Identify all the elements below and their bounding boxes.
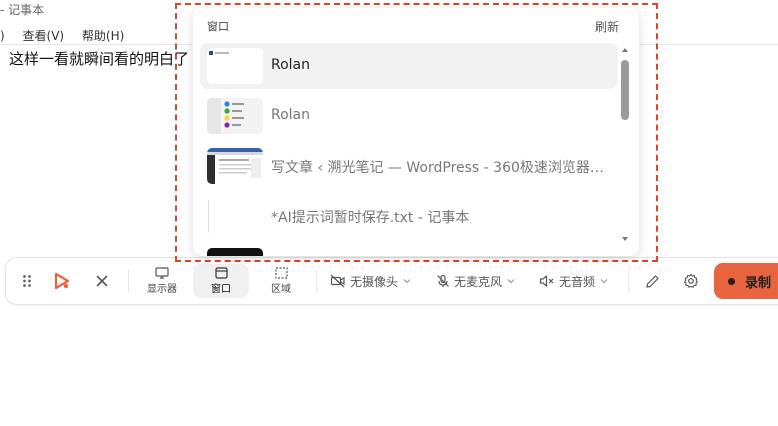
speaker-off-icon	[539, 275, 554, 287]
record-button[interactable]: 录制	[714, 263, 778, 299]
window-list-item[interactable]: Rolan	[200, 93, 618, 139]
window-thumbnail	[207, 48, 263, 84]
window-title: Rolan	[271, 57, 311, 73]
camera-select[interactable]: 无摄像头	[330, 258, 415, 304]
window-thumbnail	[207, 248, 263, 256]
menu-view[interactable]: 查看(V)	[23, 29, 65, 43]
camera-label: 无摄像头	[350, 274, 399, 289]
microphone-select[interactable]: 无麦克风	[436, 258, 519, 304]
divider	[628, 270, 629, 292]
window-thumbnail	[207, 148, 263, 184]
mode-display-label: 显示器	[147, 284, 177, 295]
window-title: Rolan	[271, 107, 311, 123]
mode-display-button[interactable]: 显示器	[134, 264, 190, 298]
scroll-down-icon[interactable]	[621, 235, 629, 243]
camera-off-icon	[330, 274, 345, 288]
window-title: *AI提示词暂时保存.txt - 记事本	[271, 210, 470, 226]
app-logo-icon	[50, 258, 74, 304]
window-title: 写文章 ‹ 溯光笔记 — WordPress - 360极速浏览器X ...	[271, 160, 611, 176]
divider	[128, 270, 129, 292]
window-thumbnail	[207, 98, 263, 134]
chevron-down-icon	[403, 279, 411, 284]
panel-header: 窗口 刷新	[207, 18, 619, 34]
scrollbar-thumb[interactable]	[621, 60, 629, 120]
mode-window-label: 窗口	[211, 284, 231, 295]
chevron-down-icon	[507, 279, 515, 284]
record-label: 录制	[745, 275, 772, 291]
mode-region-button[interactable]: 区域	[253, 264, 309, 298]
divider	[316, 270, 317, 292]
menu-item[interactable]: )	[0, 29, 5, 43]
window-list-item[interactable]: 写文章 ‹ 溯光笔记 — WordPress - 360极速浏览器X ...	[200, 143, 618, 189]
notepad-title: - 记事本	[0, 3, 45, 17]
refresh-button[interactable]: 刷新	[595, 18, 619, 35]
pen-icon[interactable]	[642, 258, 662, 304]
close-icon[interactable]	[92, 258, 112, 304]
mode-region-label: 区域	[271, 284, 291, 295]
window-thumbnail	[207, 198, 263, 234]
audio-label: 无音频	[559, 274, 596, 289]
notepad-menubar: ) 查看(V) 帮助(H)	[0, 27, 138, 45]
window-list-item[interactable]: *AI提示词暂时保存.txt - 记事本	[200, 193, 618, 239]
audio-select[interactable]: 无音频	[539, 258, 612, 304]
window-list-item[interactable]	[200, 243, 618, 256]
panel-title: 窗口	[207, 20, 229, 33]
chevron-down-icon	[600, 279, 608, 284]
gear-icon[interactable]	[681, 258, 701, 304]
window-list-item[interactable]: Rolan	[200, 43, 618, 89]
region-icon	[274, 267, 288, 279]
scroll-up-icon[interactable]	[621, 46, 629, 54]
mode-window-button[interactable]: 窗口	[193, 264, 249, 298]
microphone-label: 无麦克风	[454, 274, 503, 289]
microphone-off-icon	[437, 274, 449, 287]
monitor-icon	[155, 267, 169, 279]
menu-help[interactable]: 帮助(H)	[82, 29, 124, 43]
drag-handle-icon[interactable]	[18, 258, 36, 304]
window-picker-panel: 窗口 刷新 Rolan Rolan 写文章 ‹ 溯光笔记 — WordPress…	[193, 8, 639, 256]
window-icon	[214, 267, 228, 279]
record-dot-icon	[728, 277, 735, 285]
recording-toolbar: 显示器 窗口 区域 无摄像头 无麦克风 无音频 录制	[5, 257, 778, 305]
